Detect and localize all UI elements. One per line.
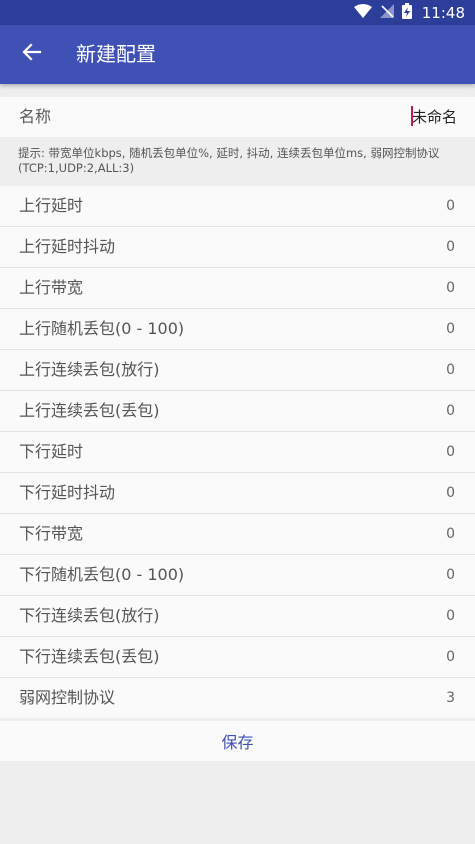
save-button[interactable]: 保存 [0, 721, 475, 761]
setting-value: 0 [446, 444, 455, 460]
setting-row-down-bandwidth[interactable]: 下行带宽 0 [0, 514, 475, 555]
status-time: 11:48 [421, 3, 465, 22]
setting-value: 0 [446, 403, 455, 419]
name-row: 名称 [0, 97, 475, 137]
setting-row-protocol[interactable]: 弱网控制协议 3 [0, 678, 475, 718]
setting-value: 0 [446, 280, 455, 296]
setting-row-down-delay[interactable]: 下行延时 0 [0, 432, 475, 473]
setting-label: 下行延时 [19, 442, 84, 461]
text-cursor [411, 106, 413, 126]
setting-row-down-burst-pass[interactable]: 下行连续丢包(放行) 0 [0, 596, 475, 637]
setting-row-up-burst-drop[interactable]: 上行连续丢包(丢包) 0 [0, 391, 475, 432]
setting-row-up-bandwidth[interactable]: 上行带宽 0 [0, 268, 475, 309]
setting-row-up-burst-pass[interactable]: 上行连续丢包(放行) 0 [0, 350, 475, 391]
setting-label: 弱网控制协议 [19, 688, 116, 707]
setting-row-down-random-loss[interactable]: 下行随机丢包(0 - 100) 0 [0, 555, 475, 596]
setting-row-up-delay[interactable]: 上行延时 0 [0, 186, 475, 227]
setting-label: 上行连续丢包(丢包) [19, 401, 160, 420]
setting-label: 上行延时抖动 [19, 237, 116, 256]
setting-value: 0 [446, 362, 455, 378]
setting-label: 下行连续丢包(放行) [19, 606, 160, 625]
setting-label: 上行延时 [19, 196, 84, 215]
setting-row-down-burst-drop[interactable]: 下行连续丢包(丢包) 0 [0, 637, 475, 678]
setting-label: 下行带宽 [19, 524, 84, 543]
settings-list: 上行延时 0 上行延时抖动 0 上行带宽 0 上行随机丢包(0 - 100) 0… [0, 186, 475, 718]
setting-label: 上行连续丢包(放行) [19, 360, 160, 379]
name-input[interactable] [307, 105, 457, 127]
page-title: 新建配置 [76, 42, 156, 66]
no-signal-icon [379, 3, 394, 22]
status-icons: 11:48 [353, 0, 465, 25]
setting-label: 下行连续丢包(丢包) [19, 647, 160, 666]
setting-value: 0 [446, 198, 455, 214]
setting-row-up-random-loss[interactable]: 上行随机丢包(0 - 100) 0 [0, 309, 475, 350]
setting-value: 0 [446, 321, 455, 337]
status-bar: 11:48 [0, 0, 475, 25]
setting-label: 下行延时抖动 [19, 483, 116, 502]
setting-value: 0 [446, 649, 455, 665]
arrow-left-icon [22, 42, 42, 66]
setting-label: 下行随机丢包(0 - 100) [19, 565, 185, 584]
app-bar: 新建配置 [0, 25, 475, 84]
setting-value: 0 [446, 567, 455, 583]
setting-row-down-delay-jitter[interactable]: 下行延时抖动 0 [0, 473, 475, 514]
setting-value: 3 [446, 690, 455, 706]
setting-label: 上行带宽 [19, 278, 84, 297]
wifi-icon [353, 3, 372, 22]
back-button[interactable] [12, 34, 52, 74]
setting-value: 0 [446, 239, 455, 255]
setting-row-up-delay-jitter[interactable]: 上行延时抖动 0 [0, 227, 475, 268]
save-button-label: 保存 [221, 733, 254, 752]
setting-label: 上行随机丢包(0 - 100) [19, 319, 185, 338]
setting-value: 0 [446, 526, 455, 542]
name-label: 名称 [19, 107, 52, 126]
setting-value: 0 [446, 608, 455, 624]
hint-text: 提示: 带宽单位kbps, 随机丢包单位%, 延时, 抖动, 连续丢包单位ms,… [18, 146, 440, 175]
setting-value: 0 [446, 485, 455, 501]
battery-charging-icon [401, 2, 412, 23]
